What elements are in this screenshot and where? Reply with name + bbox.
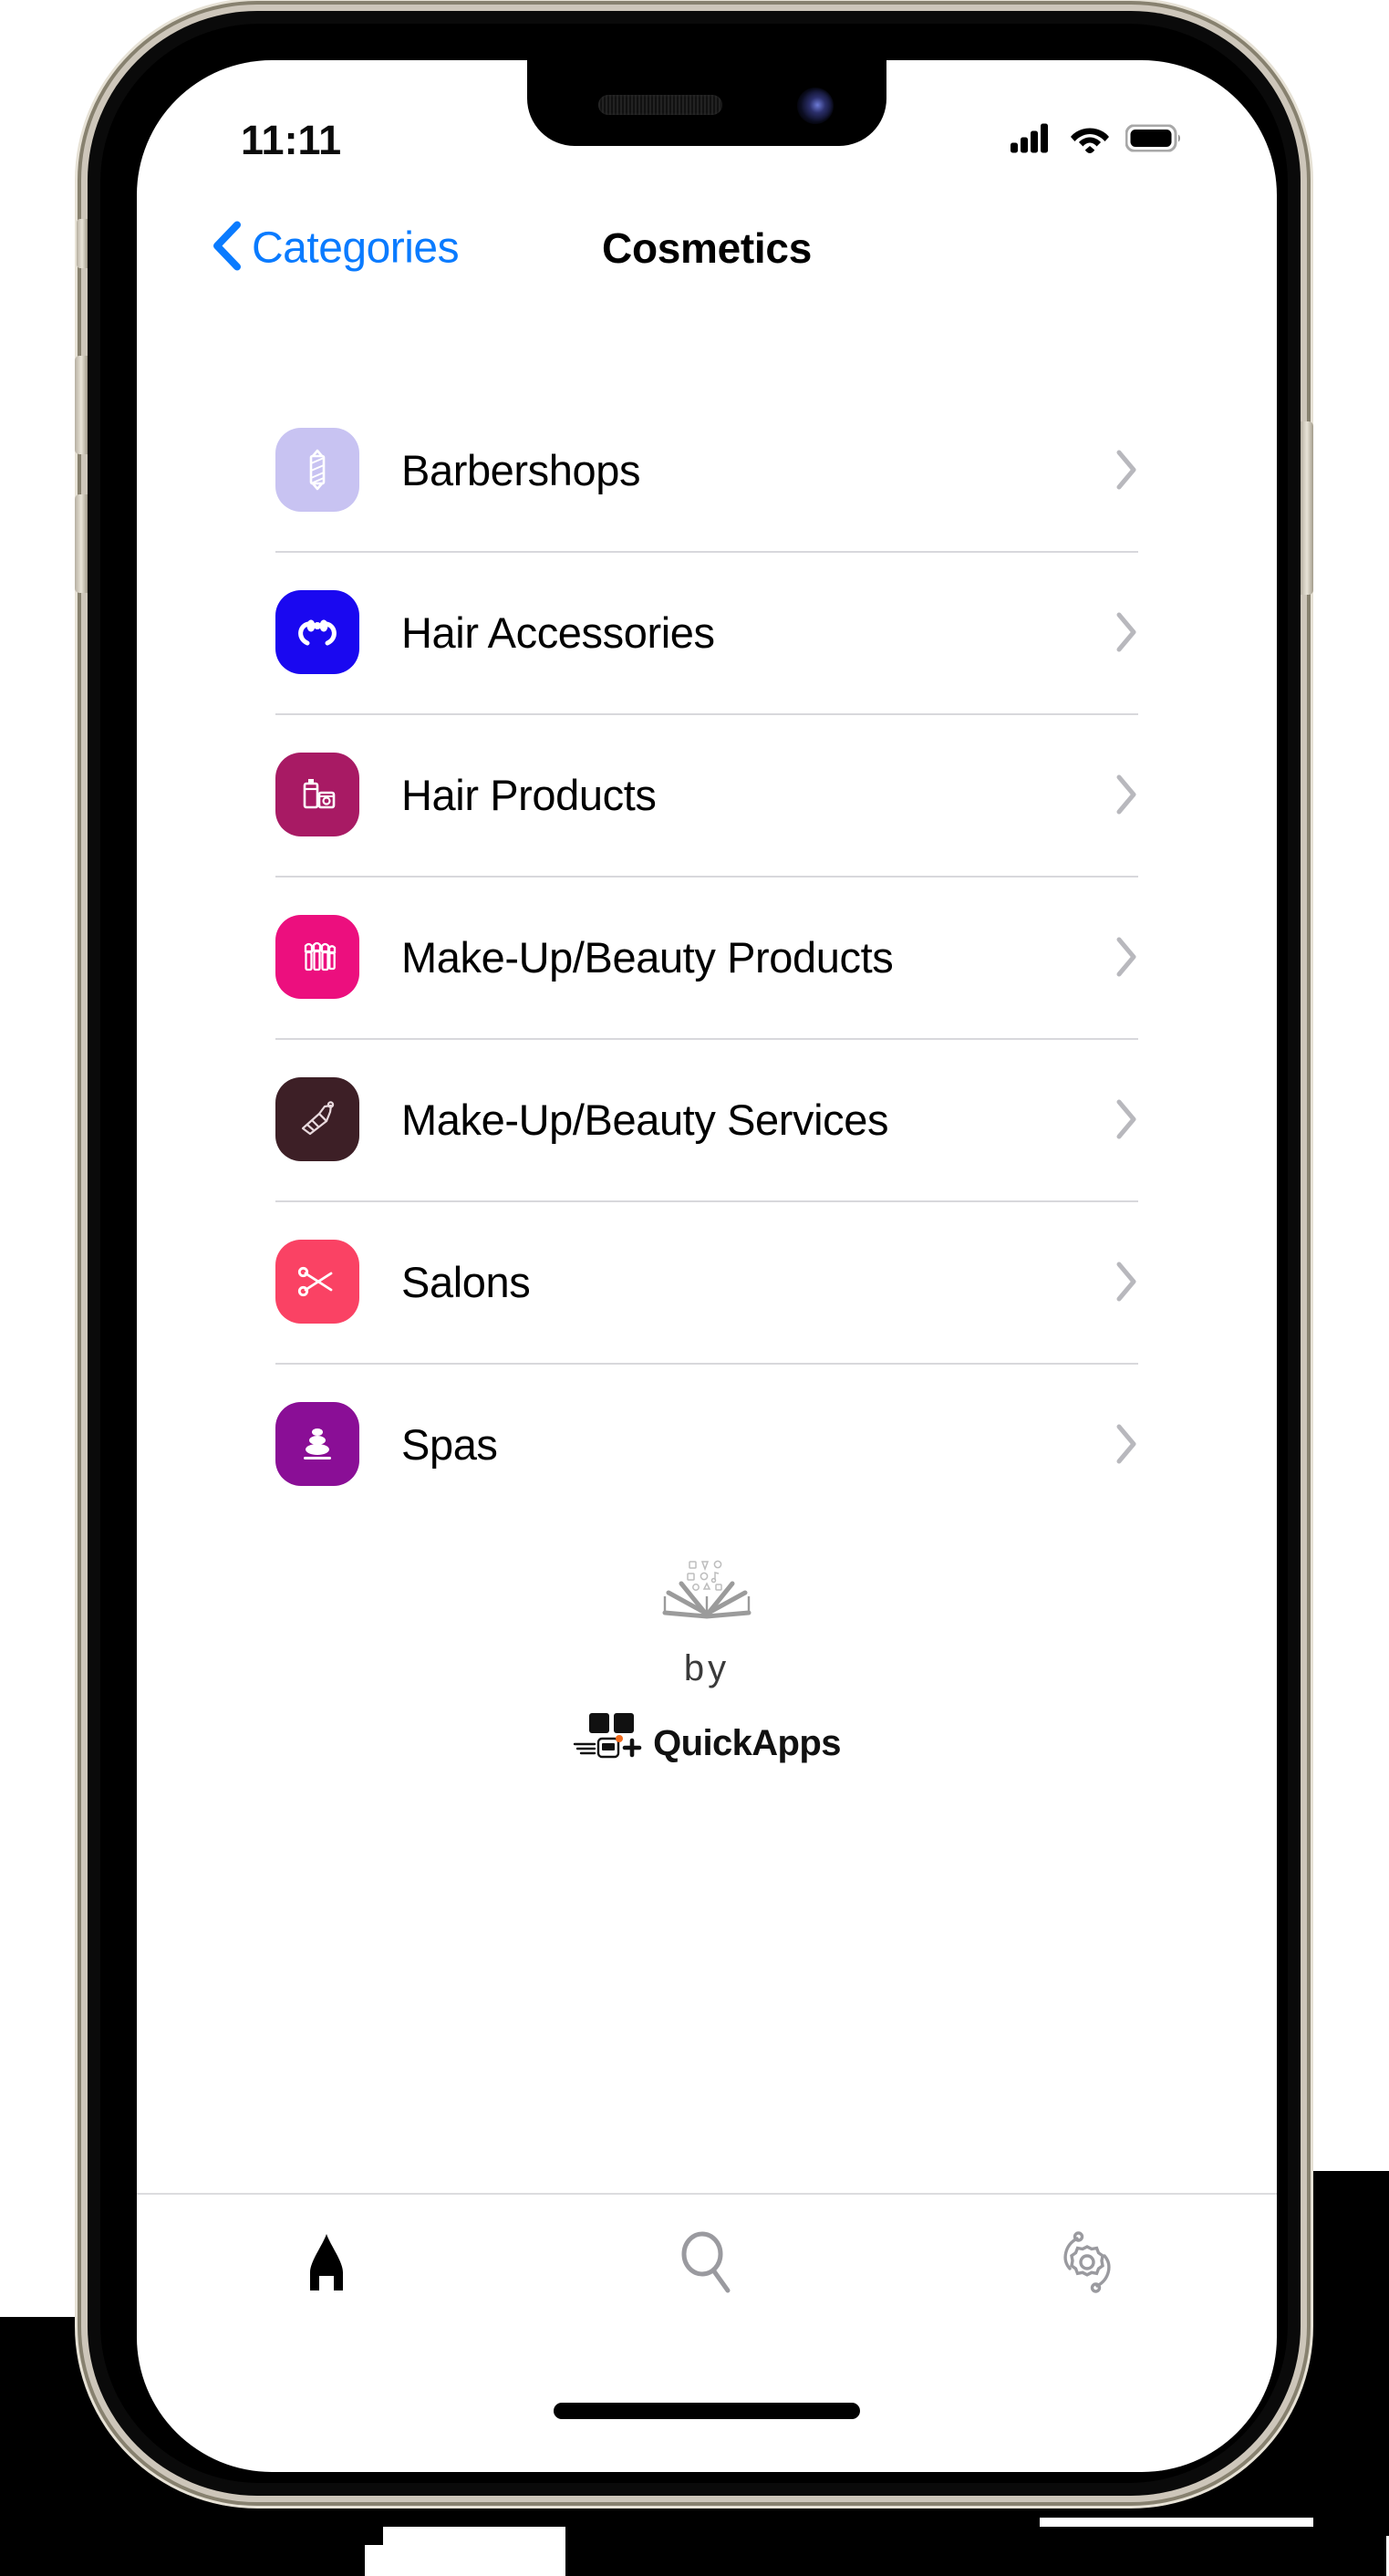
volume-up-button[interactable] — [75, 356, 88, 454]
search-icon — [675, 2228, 739, 2301]
hair-bow-icon — [291, 606, 344, 659]
chevron-right-icon — [1114, 1098, 1138, 1140]
brand-name: QuickApps — [653, 1723, 841, 1763]
chevron-right-icon — [1114, 1261, 1138, 1303]
list-item[interactable]: Hair Accessories — [275, 551, 1138, 713]
category-icon-tile — [275, 590, 359, 674]
chevron-right-icon — [1114, 449, 1138, 491]
quickapps-logo-icon — [573, 1711, 646, 1765]
chevron-right-icon — [1114, 774, 1138, 815]
list-item-label: Make-Up/Beauty Products — [401, 932, 894, 982]
volume-down-button[interactable] — [75, 494, 88, 593]
back-button-label: Categories — [252, 223, 460, 273]
category-icon-tile — [275, 1402, 359, 1486]
list-item-label: Barbershops — [401, 445, 641, 494]
brand-footer: by QuickApps — [137, 1556, 1277, 1765]
makeup-brushes-icon — [292, 931, 343, 982]
backdrop-blob — [1313, 2171, 1389, 2536]
scissors-icon — [291, 1255, 344, 1308]
category-icon-tile — [275, 1077, 359, 1161]
category-icon-tile — [275, 915, 359, 999]
tab-bar — [137, 2193, 1277, 2333]
category-list: Barbershops Hair Accessories Hair Produc… — [137, 389, 1277, 1525]
power-button[interactable] — [1301, 421, 1313, 595]
status-time: 11:11 — [241, 117, 342, 163]
brand-by-text: by — [683, 1648, 731, 1688]
navigation-bar: Categories Cosmetics — [137, 197, 1277, 299]
back-button[interactable]: Categories — [210, 221, 460, 276]
list-item[interactable]: Make-Up/Beauty Products — [275, 876, 1138, 1038]
category-icon-tile — [275, 753, 359, 836]
phone-screen: 11:11 Categories Cosmetics Barbershops H… — [137, 60, 1277, 2472]
list-item-label: Spas — [401, 1419, 498, 1469]
phone-frame: 11:11 Categories Cosmetics Barbershops H… — [75, 11, 1313, 2496]
tab-home[interactable] — [137, 2195, 517, 2333]
spa-stones-icon — [292, 1418, 343, 1470]
wifi-icon — [1070, 123, 1110, 158]
status-bar: 11:11 — [137, 60, 1277, 197]
category-icon-tile — [275, 428, 359, 512]
list-item[interactable]: Barbershops — [275, 389, 1138, 551]
list-item-label: Salons — [401, 1257, 531, 1306]
list-item-label: Hair Products — [401, 770, 657, 819]
chevron-right-icon — [1114, 611, 1138, 653]
cellular-signal-icon — [1011, 123, 1054, 159]
front-camera-icon — [797, 88, 834, 124]
makeup-brush-icon — [292, 1094, 343, 1145]
settings-icon — [1053, 2227, 1121, 2302]
battery-full-icon — [1125, 124, 1182, 157]
chevron-right-icon — [1114, 1423, 1138, 1465]
earpiece-speaker-icon — [598, 95, 722, 115]
list-item-label: Make-Up/Beauty Services — [401, 1095, 889, 1144]
category-icon-tile — [275, 1240, 359, 1324]
page-title: Cosmetics — [602, 224, 812, 272]
home-icon — [295, 2230, 358, 2299]
backdrop-blob — [91, 2518, 365, 2576]
chevron-right-icon — [1114, 936, 1138, 978]
list-item[interactable]: Salons — [275, 1200, 1138, 1363]
list-item-label: Hair Accessories — [401, 608, 715, 657]
list-item[interactable]: Make-Up/Beauty Services — [275, 1038, 1138, 1200]
list-item[interactable]: Hair Products — [275, 713, 1138, 876]
chevron-left-icon — [210, 221, 241, 276]
tab-settings[interactable] — [897, 2195, 1277, 2333]
mute-switch[interactable] — [77, 219, 88, 268]
status-indicators — [1011, 123, 1182, 159]
list-item[interactable]: Spas — [275, 1363, 1138, 1525]
barber-pole-icon — [293, 445, 342, 494]
open-book-icon — [659, 1556, 754, 1628]
home-indicator[interactable] — [554, 2403, 860, 2419]
phone-bezel: 11:11 Categories Cosmetics Barbershops H… — [100, 24, 1288, 2483]
backdrop-blob — [565, 2527, 1386, 2576]
hair-bottles-icon — [292, 769, 343, 820]
quickapps-logo: QuickApps — [573, 1711, 841, 1765]
backdrop-blob — [0, 2463, 109, 2576]
tab-search[interactable] — [517, 2195, 897, 2333]
dynamic-island-notch — [527, 60, 886, 146]
